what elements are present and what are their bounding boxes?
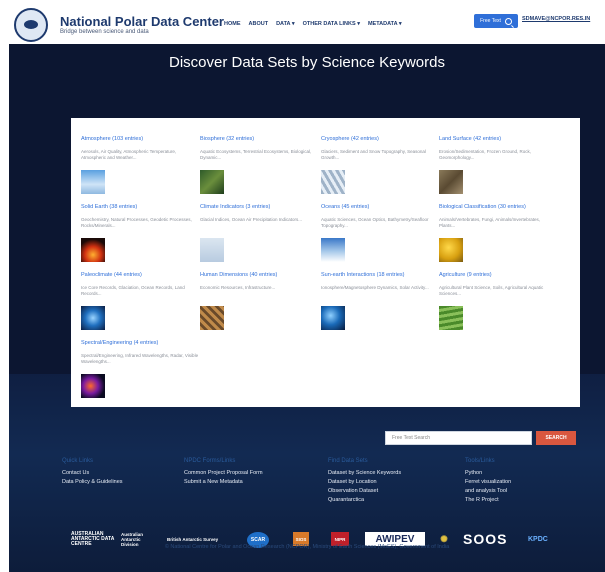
keyword-link[interactable]: Human Dimensions (40 entries): [200, 272, 318, 279]
keyword-desc: Glaciers, Sediment and Snow Topography, …: [321, 149, 426, 160]
keyword-human-dimensions: Human Dimensions (40 entries) Economic R…: [200, 272, 318, 291]
footer-link-submit-metadata[interactable]: Submit a New Metadata: [184, 478, 263, 487]
footer-heading: Quick Links: [62, 458, 94, 464]
footer-link-ferret-tool[interactable]: and analysis Tool: [465, 487, 511, 496]
spectral-engineering-image[interactable]: [81, 374, 105, 398]
keyword-link[interactable]: Solid Earth (38 entries): [81, 204, 199, 211]
keyword-desc: Ice Core Records, Glaciation, Ocean Reco…: [81, 285, 185, 296]
footer-heading: NPDC Forms/Links: [184, 458, 236, 464]
keyword-atmosphere: Atmosphere (103 entries) Aerosols, Air Q…: [81, 136, 199, 161]
npdc-logo-icon[interactable]: [14, 8, 48, 42]
keyword-link[interactable]: Biosphere (32 entries): [200, 136, 318, 143]
keyword-desc: Aerosols, Air Quality, Atmospheric Tempe…: [81, 149, 177, 160]
keyword-link[interactable]: Sun-earth Interactions (18 entries): [321, 272, 439, 279]
nav-metadata[interactable]: METADATA ▾: [368, 21, 402, 27]
nav-other-data-links[interactable]: OTHER DATA LINKS ▾: [303, 21, 360, 27]
site-title[interactable]: National Polar Data Center: [60, 14, 224, 29]
main-nav: HOME ABOUT DATA ▾ OTHER DATA LINKS ▾ MET…: [224, 21, 402, 27]
keyword-desc: Agricultural Plant Science, Soils, Agric…: [439, 285, 544, 296]
search-button-label: Free Text: [480, 18, 501, 24]
footer-link-observation[interactable]: Observation Dataset: [328, 487, 401, 496]
biosphere-image[interactable]: [200, 170, 224, 194]
keyword-desc: Aquatic Sciences, Ocean Optics, Bathymet…: [321, 217, 429, 228]
footer-link-r-project[interactable]: The R Project: [465, 496, 511, 505]
keyword-desc: Ionosphere/Magnetosphere Dynamics, Solar…: [321, 285, 429, 290]
keyword-desc: Erosion/Sedimentation, Frozen Ground, Ro…: [439, 149, 532, 160]
paleoclimate-image[interactable]: [81, 306, 105, 330]
footer-column-forms: NPDC Forms/Links Common Project Proposal…: [184, 458, 263, 487]
nav-home[interactable]: HOME: [224, 21, 241, 27]
keyword-cryosphere: Cryosphere (42 entries) Glaciers, Sedime…: [321, 136, 439, 161]
keyword-desc: Economic Resources, Infrastructure...: [200, 285, 276, 290]
keyword-desc: Aquatic Ecosystems, Terrestrial Ecosyste…: [200, 149, 312, 160]
keyword-link[interactable]: Paleoclimate (44 entries): [81, 272, 199, 279]
search-button[interactable]: SEARCH: [536, 431, 576, 445]
keyword-link[interactable]: Oceans (45 entries): [321, 204, 439, 211]
free-text-search-input[interactable]: Free Text Search: [385, 431, 532, 445]
footer-column-tools: Tools/Links Python Ferret visualization …: [465, 458, 511, 505]
keyword-paleoclimate: Paleoclimate (44 entries) Ice Core Recor…: [81, 272, 199, 297]
user-email-link[interactable]: SDMAVE@NCPOR.RES.IN: [522, 16, 590, 22]
site-tagline: Bridge between science and data: [60, 29, 149, 35]
keyword-land-surface: Land Surface (42 entries) Erosion/Sedime…: [439, 136, 557, 161]
keyword-link[interactable]: Atmosphere (103 entries): [81, 136, 199, 143]
keyword-agriculture: Agriculture (9 entries) Agricultural Pla…: [439, 272, 557, 297]
cryosphere-image[interactable]: [321, 170, 345, 194]
keyword-link[interactable]: Cryosphere (42 entries): [321, 136, 439, 143]
footer-heading: Find Data Sets: [328, 458, 368, 464]
keyword-desc: Spectral/Engineering, Infrared Wavelengt…: [81, 353, 199, 364]
footer-column-find-data: Find Data Sets Dataset by Science Keywor…: [328, 458, 401, 505]
footer-link-contact[interactable]: Contact Us: [62, 469, 123, 478]
keyword-desc: Animals/Vertebrates, Fungi, Animals/Inve…: [439, 217, 541, 228]
site-header: National Polar Data Center Bridge betwee…: [0, 0, 605, 44]
keywords-panel: Atmosphere (103 entries) Aerosols, Air Q…: [71, 118, 580, 407]
keyword-link[interactable]: Spectral/Engineering (4 entries): [81, 340, 199, 347]
nav-data[interactable]: DATA ▾: [276, 21, 295, 27]
keyword-link[interactable]: Climate Indicators (3 entries): [200, 204, 318, 211]
footer-heading: Tools/Links: [465, 458, 495, 464]
climate-indicators-image[interactable]: [200, 238, 224, 262]
keyword-link[interactable]: Agriculture (9 entries): [439, 272, 557, 279]
footer-link-proposal-form[interactable]: Common Project Proposal Form: [184, 469, 263, 478]
keyword-desc: Glacial Indices, Ocean Air Precipitation…: [200, 217, 303, 222]
keyword-sun-earth-interactions: Sun-earth Interactions (18 entries) Iono…: [321, 272, 439, 291]
search-icon: [504, 17, 512, 25]
keyword-climate-indicators: Climate Indicators (3 entries) Glacial I…: [200, 204, 318, 223]
keyword-solid-earth: Solid Earth (38 entries) Geochemistry, N…: [81, 204, 199, 229]
keyword-link[interactable]: Land Surface (42 entries): [439, 136, 557, 143]
oceans-image[interactable]: [321, 238, 345, 262]
keyword-biological-classification: Biological Classification (30 entries) A…: [439, 204, 557, 229]
keyword-desc: Geochemistry, Natural Processes, Geodeti…: [81, 217, 192, 228]
keyword-link[interactable]: Biological Classification (30 entries): [439, 204, 557, 211]
footer-link-ferret[interactable]: Ferret visualization: [465, 478, 511, 487]
copyright-text: © National Centre for Polar and Ocean Re…: [164, 544, 450, 550]
hero-title: Discover Data Sets by Science Keywords: [169, 54, 445, 71]
sun-earth-interactions-image[interactable]: [321, 306, 345, 330]
footer-link-python[interactable]: Python: [465, 469, 511, 478]
footer-column-quick-links: Quick Links Contact Us Data Policy & Gui…: [62, 458, 123, 487]
main-section: Discover Data Sets by Science Keywords A…: [9, 44, 605, 572]
footer-link-data-policy[interactable]: Data Policy & Guidelines: [62, 478, 123, 487]
agriculture-image[interactable]: [439, 306, 463, 330]
atmosphere-image[interactable]: [81, 170, 105, 194]
footer-link-science-keywords[interactable]: Dataset by Science Keywords: [328, 469, 401, 478]
solid-earth-image[interactable]: [81, 238, 105, 262]
keyword-oceans: Oceans (45 entries) Aquatic Sciences, Oc…: [321, 204, 439, 229]
keyword-spectral-engineering: Spectral/Engineering (4 entries) Spectra…: [81, 340, 199, 365]
footer-link-location[interactable]: Dataset by Location: [328, 478, 401, 487]
nav-about[interactable]: ABOUT: [249, 21, 269, 27]
footer-link-quarantarctica[interactable]: Quarantarctica: [328, 496, 401, 505]
keyword-biosphere: Biosphere (32 entries) Aquatic Ecosystem…: [200, 136, 318, 161]
free-text-search-button[interactable]: Free Text: [474, 14, 518, 28]
human-dimensions-image[interactable]: [200, 306, 224, 330]
land-surface-image[interactable]: [439, 170, 463, 194]
biological-classification-image[interactable]: [439, 238, 463, 262]
